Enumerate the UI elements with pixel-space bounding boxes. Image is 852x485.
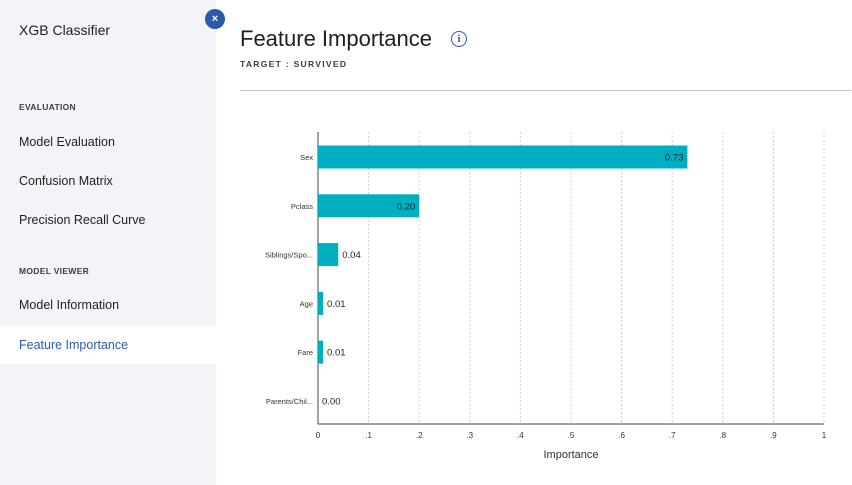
bar-value-label: 0.00	[322, 397, 341, 408]
x-tick-label: 0	[316, 431, 321, 440]
y-category-label: Sex	[300, 153, 313, 162]
x-tick-label: .4	[517, 431, 524, 440]
feature-importance-chart: 0 .1 .2 .3 .4 .5 .6 .7 .8 .9 1 Sex 0.73 Pclass 0.20 Sib…	[265, 132, 827, 461]
bar	[318, 243, 339, 267]
app-title: XGB Classifier	[19, 22, 111, 38]
page-title: Feature Importance	[240, 26, 432, 51]
x-tick-label: .7	[669, 431, 676, 440]
info-icon[interactable]: i	[451, 31, 467, 47]
bar-value-label: 0.73	[665, 153, 684, 164]
y-category-label: Pclass	[291, 202, 313, 211]
y-category-label: Siblings/Spo...	[265, 251, 313, 260]
sidebar: XGB Classifier × EVALUATION Model Evalua…	[0, 0, 225, 485]
section-label-model-viewer: MODEL VIEWER	[19, 266, 90, 276]
x-tick-label: .5	[568, 431, 575, 440]
x-tick-label: .9	[770, 431, 777, 440]
section-label-evaluation: EVALUATION	[19, 102, 76, 112]
x-tick-label: .1	[365, 431, 372, 440]
bar	[318, 145, 688, 169]
x-tick-label: .6	[618, 431, 625, 440]
bar	[318, 340, 324, 364]
y-category-label: Parents/Chil...	[266, 397, 313, 406]
x-tick-label: .8	[719, 431, 726, 440]
y-category-label: Age	[300, 299, 313, 308]
close-icon[interactable]: ×	[205, 9, 225, 29]
bar-value-label: 0.01	[327, 348, 346, 359]
x-tick-label: .3	[466, 431, 473, 440]
bar-value-label: 0.20	[397, 201, 416, 212]
sidebar-item-precision-recall-curve[interactable]: Precision Recall Curve	[0, 201, 216, 239]
sidebar-item-model-evaluation[interactable]: Model Evaluation	[0, 123, 216, 161]
bar-value-label: 0.01	[327, 299, 346, 310]
x-tick-label: 1	[822, 431, 827, 440]
x-tick-label: .2	[416, 431, 423, 440]
bar-value-label: 0.04	[342, 250, 361, 261]
sidebar-item-feature-importance[interactable]: Feature Importance	[0, 326, 216, 364]
sidebar-item-model-information[interactable]: Model Information	[0, 286, 216, 324]
sidebar-item-confusion-matrix[interactable]: Confusion Matrix	[0, 162, 216, 200]
x-axis-title: Importance	[543, 449, 598, 461]
target-label: TARGET : SURVIVED	[240, 59, 348, 69]
bar	[318, 291, 324, 315]
y-category-label: Fare	[298, 348, 313, 357]
divider	[240, 90, 851, 91]
